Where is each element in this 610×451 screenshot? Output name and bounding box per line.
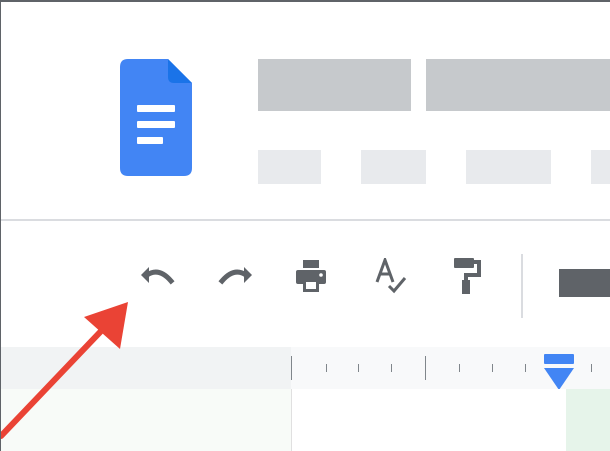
paint-format-button[interactable]	[447, 252, 487, 300]
undo-button[interactable]	[137, 252, 177, 300]
docs-logo-icon[interactable]	[120, 59, 192, 176]
redo-icon	[218, 263, 254, 289]
ruler-tick	[391, 364, 392, 372]
document-right-margin	[566, 389, 610, 451]
document-title-placeholder[interactable]	[258, 59, 411, 111]
spellcheck-button[interactable]	[371, 252, 411, 300]
menu-item-placeholder[interactable]	[591, 150, 610, 184]
ruler-tick	[291, 356, 292, 380]
ruler-tick	[591, 364, 592, 372]
ruler-tick	[525, 364, 526, 372]
print-icon	[296, 260, 326, 292]
document-title-placeholder-2[interactable]	[426, 59, 610, 111]
indent-marker-icon[interactable]	[542, 354, 576, 392]
ruler-tick	[326, 364, 327, 372]
redo-button[interactable]	[216, 252, 256, 300]
ruler-tick	[492, 364, 493, 372]
ruler-tick	[425, 356, 426, 380]
header-divider	[1, 219, 610, 221]
spellcheck-icon	[375, 258, 407, 294]
screenshot-frame	[0, 0, 610, 451]
menu-item-placeholder[interactable]	[361, 150, 426, 184]
toolbar-separator	[521, 254, 523, 318]
ruler-tick	[358, 364, 359, 372]
document-page[interactable]	[291, 389, 567, 451]
menu-item-placeholder[interactable]	[258, 150, 321, 184]
paint-format-icon	[452, 258, 482, 294]
print-button[interactable]	[291, 252, 331, 300]
annotation-arrow-icon	[1, 302, 141, 451]
menu-item-placeholder[interactable]	[466, 150, 551, 184]
undo-icon	[139, 263, 175, 289]
ruler-tick	[459, 364, 460, 372]
zoom-select-placeholder[interactable]	[559, 269, 610, 297]
